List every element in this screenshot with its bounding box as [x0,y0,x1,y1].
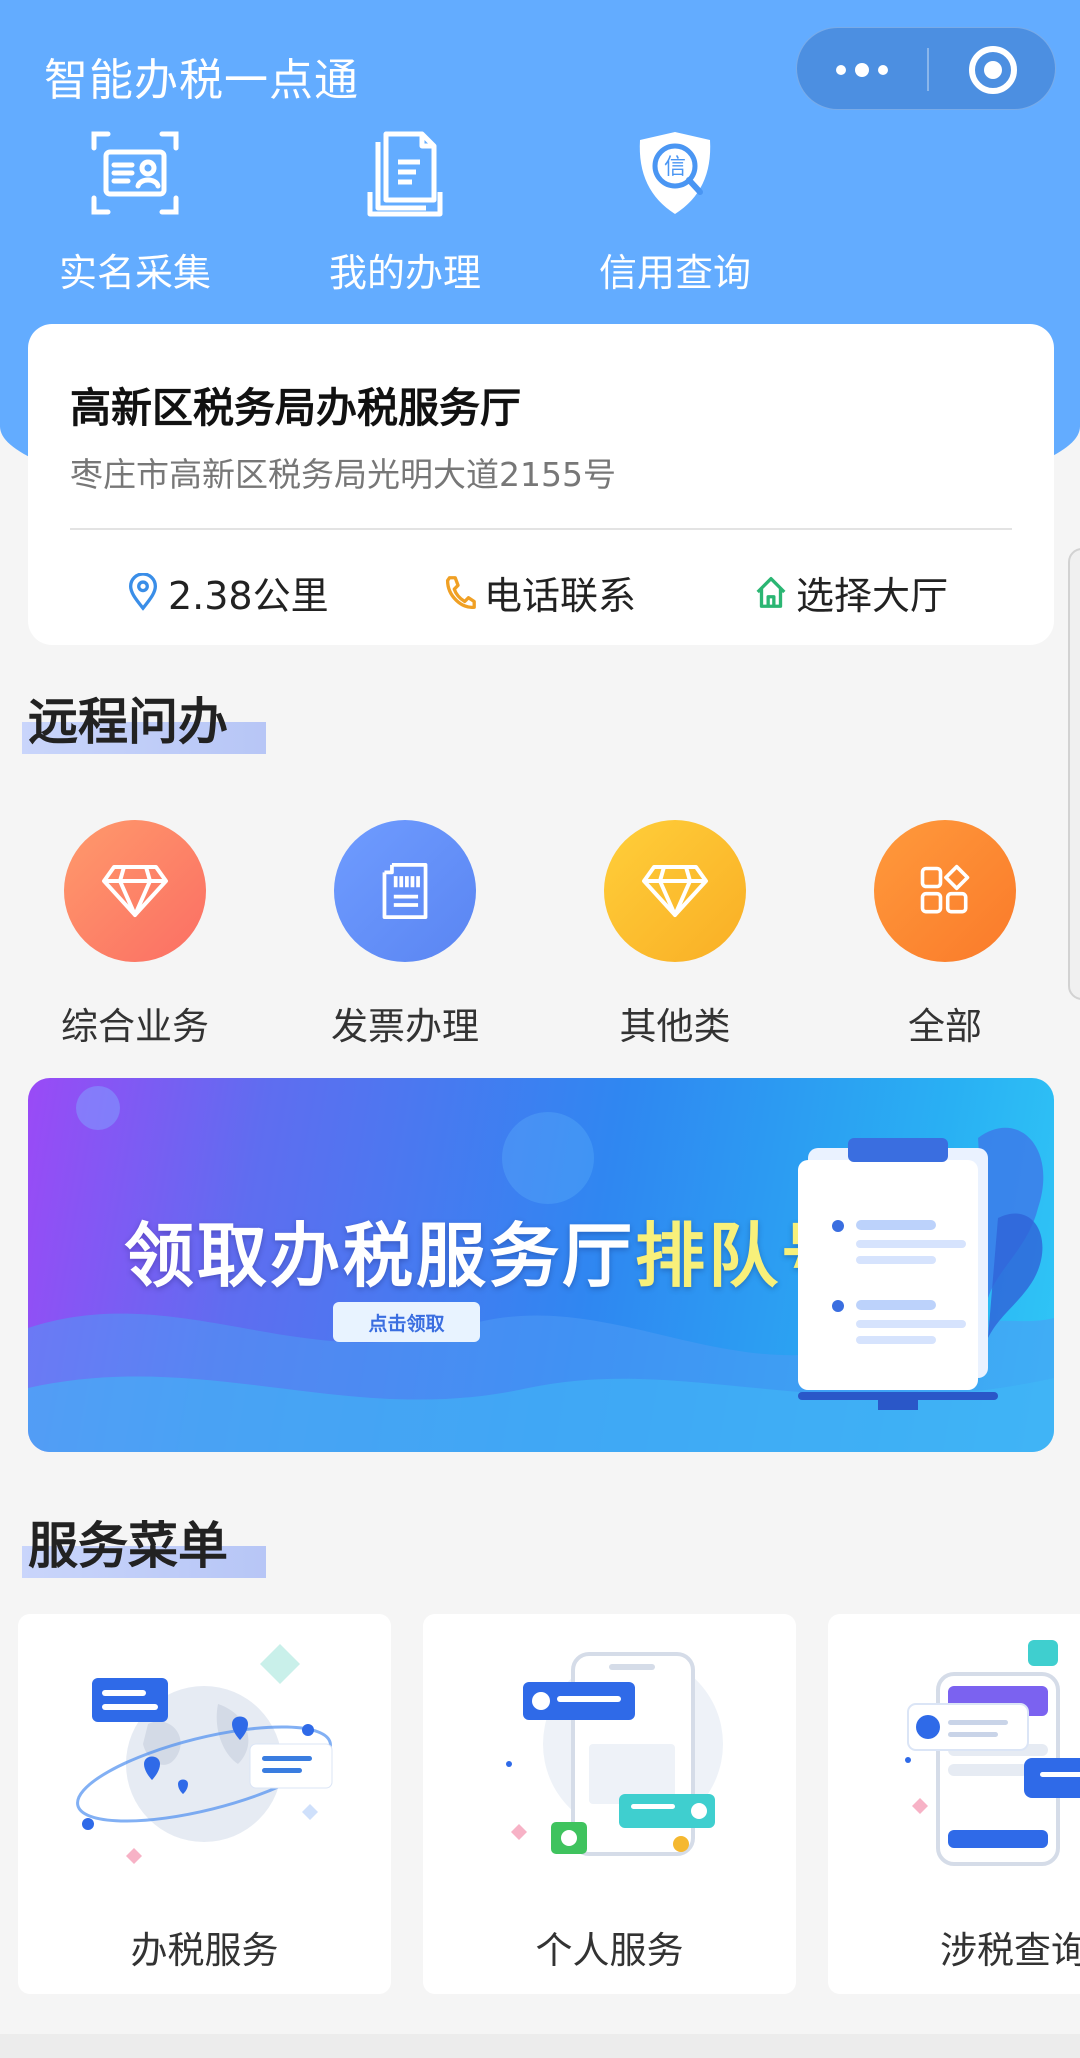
claim-button[interactable]: 点击领取 [333,1302,480,1342]
section-title-remote: 远程问办 [28,693,228,751]
quick-action-label: 信用查询 [598,251,751,295]
menu-card-label: 办税服务 [130,1929,279,1972]
section-title-menu: 服务菜单 [28,1517,228,1575]
menu-card-tax-service[interactable]: 办税服务 [18,1614,391,1994]
phone-chat-illustration [506,1652,723,1856]
service-label: 全部 [908,1005,982,1048]
credit-shield-icon: 信 [630,128,720,218]
menu-card-tax-query[interactable]: 涉税查询 [828,1614,1080,1994]
menu-card-label: 个人服务 [535,1929,684,1972]
quick-action-credit[interactable]: 信 信用查询 [560,128,790,297]
phone-contact-button[interactable]: 电话联系 [442,564,636,620]
phone-search-illustration [905,1640,1080,1866]
bottom-strip [0,2034,1080,2058]
app-title: 智能办税一点通 [44,55,359,106]
hall-name: 高新区税务局办税服务厅 [70,384,521,432]
hall-divider [70,528,1012,530]
service-label: 综合业务 [61,1005,209,1048]
invoice-icon [334,820,476,962]
distance-info[interactable]: 2.38公里 [126,564,329,620]
id-card-scan-icon [90,128,180,218]
svg-text:信: 信 [664,155,686,180]
mini-program-capsule [796,27,1056,110]
grid-apps-icon [874,820,1016,962]
distance-text: 2.38公里 [168,573,329,618]
banner-headline: 领取办税服务厅排队号 [124,1200,854,1301]
select-hall-button[interactable]: 选择大厅 [754,564,948,620]
quick-action-label: 实名采集 [58,251,211,295]
target-close-icon[interactable] [969,46,1017,94]
phone-icon [445,576,476,609]
hall-address: 枣庄市高新区税务局光明大道2155号 [70,455,616,494]
service-label: 发票办理 [331,1005,479,1048]
document-stack-icon [360,128,450,218]
menu-card-personal-service[interactable]: 个人服务 [423,1614,796,1994]
service-label: 其他类 [619,1005,731,1048]
menu-card-label: 涉税查询 [940,1929,1080,1972]
location-pin-icon [128,573,158,611]
diamond-icon [64,820,206,962]
more-dots-icon[interactable] [797,28,927,111]
service-all[interactable]: 全部 [830,820,1060,1050]
banner-text-main: 领取办税服务厅 [124,1215,635,1297]
phone-contact-label: 电话联系 [484,573,637,618]
home-icon [756,577,786,608]
tax-hall-card: 高新区税务局办税服务厅 枣庄市高新区税务局光明大道2155号 2.38公里 电话… [28,324,1054,645]
service-other[interactable]: 其他类 [560,820,790,1050]
service-comprehensive[interactable]: 综合业务 [20,820,250,1050]
service-invoice[interactable]: 发票办理 [290,820,520,1050]
select-hall-label: 选择大厅 [796,573,949,618]
diamond-icon [604,820,746,962]
globe-map-illustration [76,1644,333,1864]
quick-action-my-handling[interactable]: 我的办理 [290,128,520,297]
queue-number-banner[interactable]: 领取办税服务厅排队号 点击领取 [28,1078,1054,1452]
quick-action-label: 我的办理 [328,251,481,295]
side-drawer-handle[interactable] [1068,548,1080,1000]
clipboard-illustration [798,1127,1044,1410]
capsule-divider [927,48,929,91]
quick-action-realname[interactable]: 实名采集 [20,128,250,297]
